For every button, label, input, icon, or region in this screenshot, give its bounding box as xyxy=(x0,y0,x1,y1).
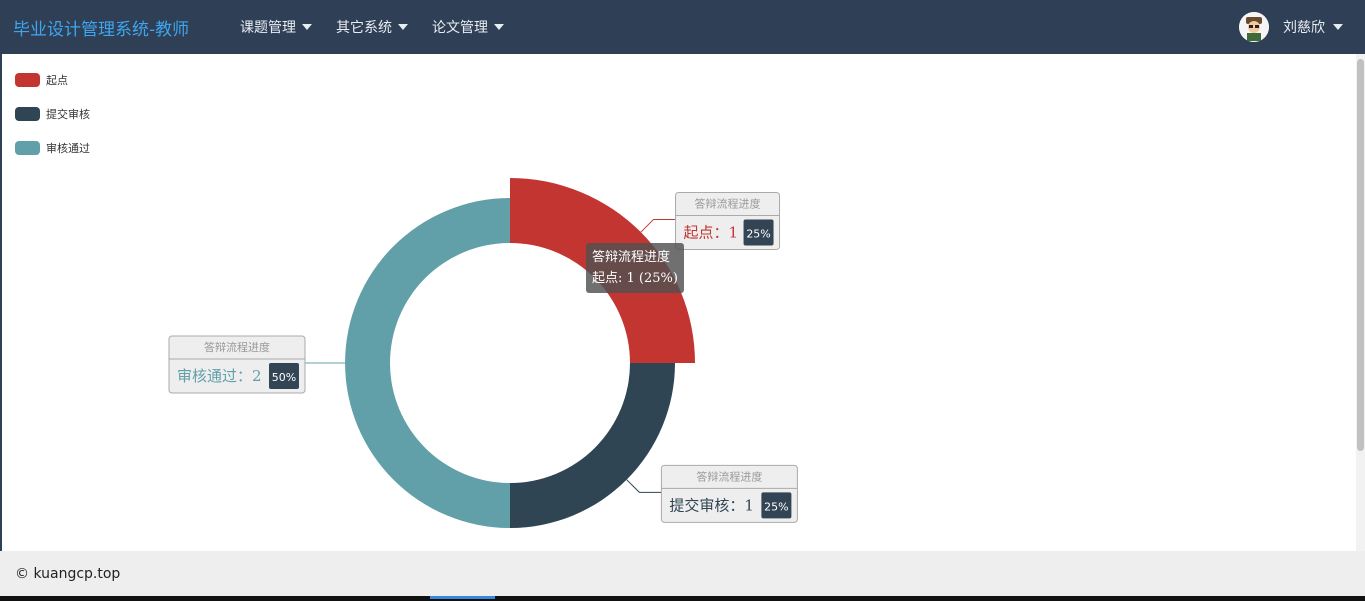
footer: © kuangcp.top xyxy=(0,551,1365,596)
label-leader-line xyxy=(640,218,676,233)
label-series-name: 答辩流程进度 xyxy=(695,196,761,210)
label-percent: 25% xyxy=(764,500,788,513)
donut-slice[interactable] xyxy=(345,198,510,528)
donut-slice[interactable] xyxy=(510,363,675,528)
label-value: 审核通过：2 xyxy=(177,367,262,385)
label-leader-line xyxy=(626,479,662,493)
footer-copyright: © kuangcp.top xyxy=(15,565,121,582)
tooltip-title: 答辩流程进度 xyxy=(592,250,671,265)
label-series-name: 答辩流程进度 xyxy=(204,340,270,354)
donut-chart: 答辩流程进度起点：1 25%答辩流程进度提交审核：1 25%答辩流程进度审核通过：2… xyxy=(168,178,798,528)
bottom-bar-accent xyxy=(430,596,495,599)
label-value: 起点：1 xyxy=(684,223,739,241)
label-percent: 50% xyxy=(272,371,296,384)
tooltip-text: 起点: 1 (25%) xyxy=(592,271,678,286)
label-percent: 25% xyxy=(746,227,770,240)
chart-tooltip: 答辩流程进度 起点: 1 (25%) xyxy=(586,243,684,293)
label-value: 提交审核：1 xyxy=(669,496,754,514)
label-series-name: 答辩流程进度 xyxy=(696,469,762,483)
bottom-bar xyxy=(0,596,1365,601)
